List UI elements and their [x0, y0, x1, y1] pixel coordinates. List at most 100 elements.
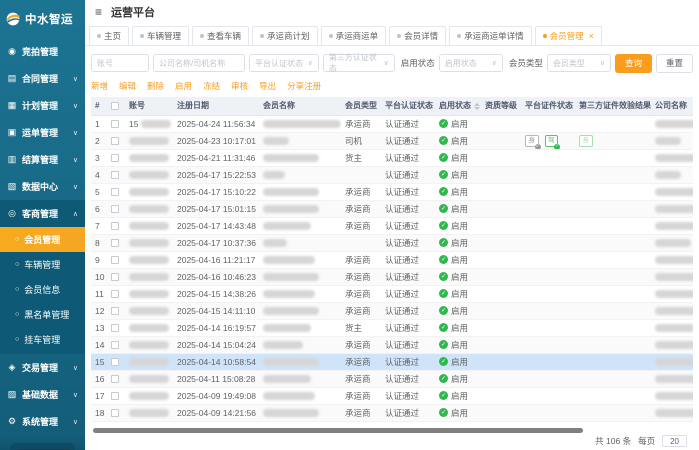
action-share-register[interactable]: 分享注册 — [287, 80, 321, 92]
row-checkbox[interactable] — [111, 273, 119, 281]
tab-carrier-waybill[interactable]: 承运商运单 — [321, 26, 387, 45]
cell-member-type: 货主 — [341, 149, 381, 166]
table-row[interactable]: 22025-04-23 10:17:01司机认证通过✓启用身✓驾✓身 — [91, 132, 693, 149]
row-checkbox[interactable] — [111, 205, 119, 213]
cert-badge: 身 — [579, 135, 593, 146]
cell-member-name — [259, 217, 341, 234]
submenu-customer: ○会员管理○车辆管理○会员信息○黑名单管理○挂车管理 — [0, 227, 85, 354]
row-checkbox[interactable] — [111, 358, 119, 366]
action-export[interactable]: 导出 — [259, 80, 276, 92]
cell-company — [651, 217, 693, 234]
enable-status-select[interactable]: 启用状态 ∨ — [439, 54, 503, 72]
sidebar-item-plan[interactable]: ▦计划管理∨ — [0, 92, 85, 119]
check-circle-icon: ✓ — [439, 204, 448, 213]
row-checkbox[interactable] — [111, 392, 119, 400]
sidebar-item-settlement[interactable]: ▥结算管理∨ — [0, 146, 85, 173]
row-checkbox[interactable] — [111, 154, 119, 162]
table-row[interactable]: 92025-04-16 11:21:17承运商认证通过✓启用 — [91, 251, 693, 268]
enable-status: ✓启用 — [439, 237, 468, 249]
table-row[interactable]: 82025-04-17 10:37:36认证通过✓启用 — [91, 234, 693, 251]
row-checkbox[interactable] — [111, 341, 119, 349]
reset-button[interactable]: 重置 — [656, 54, 693, 73]
sidebar-subitem-vehicle[interactable]: ○车辆管理 — [0, 252, 85, 277]
table-row[interactable]: 42025-04-17 15:22:53认证通过✓启用 — [91, 166, 693, 183]
customer-icon: ◎ — [7, 208, 17, 219]
table-row[interactable]: 132025-04-14 16:19:57货主认证通过✓启用 — [91, 319, 693, 336]
search-button[interactable]: 查询 — [615, 54, 652, 73]
sidebar-item-base-data[interactable]: ▨基础数据∨ — [0, 381, 85, 408]
sidebar-item-customer[interactable]: ◎客商管理∧ — [0, 200, 85, 227]
sidebar-item-contract[interactable]: ▤合同管理∨ — [0, 65, 85, 92]
action-audit[interactable]: 审核 — [231, 80, 248, 92]
scrollbar-thumb[interactable] — [93, 428, 583, 433]
close-icon[interactable]: × — [589, 32, 594, 41]
row-checkbox[interactable] — [111, 409, 119, 417]
row-checkbox[interactable] — [111, 239, 119, 247]
table-row[interactable]: 52025-04-17 15:10:22承运商认证通过✓启用 — [91, 183, 693, 200]
cell-register-date: 2025-04-16 11:21:17 — [173, 251, 259, 268]
table-row[interactable]: 152025-04-14 10:58:54承运商认证通过✓启用 — [91, 353, 693, 370]
sidebar-item-auction[interactable]: ◉竞拍管理 — [0, 38, 85, 65]
redacted-text — [655, 137, 681, 145]
sidebar-item-system[interactable]: ⚙系统管理∨ — [0, 408, 85, 435]
table-row[interactable]: 142025-04-14 15:04:24承运商认证通过✓启用 — [91, 336, 693, 353]
enable-status: ✓启用 — [439, 135, 468, 147]
table-row[interactable]: 182025-04-09 14:21:56承运商认证通过✓启用 — [91, 404, 693, 421]
page-size-select[interactable]: 20 — [662, 435, 687, 447]
tab-home[interactable]: 主页 — [89, 26, 129, 45]
collapse-menu-icon[interactable]: ≡ — [95, 6, 102, 18]
action-delete[interactable]: 删除 — [147, 80, 164, 92]
tab-carrier-waybill-detail[interactable]: 承运商运单详情 — [449, 26, 532, 45]
table-row[interactable]: 32025-04-21 11:31:46货主认证通过✓启用 — [91, 149, 693, 166]
table-row[interactable]: 162025-04-11 15:08:28承运商认证通过✓启用 — [91, 370, 693, 387]
company-name-input[interactable] — [153, 54, 245, 72]
tab-member-manage[interactable]: 会员管理× — [535, 26, 602, 45]
row-checkbox[interactable] — [111, 375, 119, 383]
platform-auth-select[interactable]: 平台认证状态 ∨ — [249, 54, 319, 72]
action-add[interactable]: 新增 — [91, 80, 108, 92]
row-checkbox[interactable] — [111, 120, 119, 128]
sidebar-subitem-member-info[interactable]: ○会员信息 — [0, 277, 85, 302]
row-checkbox[interactable] — [111, 171, 119, 179]
row-checkbox[interactable] — [111, 324, 119, 332]
action-edit[interactable]: 编辑 — [119, 80, 136, 92]
row-checkbox[interactable] — [111, 307, 119, 315]
redacted-text — [129, 324, 169, 332]
sidebar-subitem-blacklist[interactable]: ○黑名单管理 — [0, 302, 85, 327]
tab-member-detail[interactable]: 会员详情 — [389, 26, 446, 45]
check-circle-icon: ✓ — [439, 238, 448, 247]
row-checkbox[interactable] — [111, 290, 119, 298]
row-checkbox[interactable] — [111, 137, 119, 145]
table-row[interactable]: 102025-04-16 10:46:23承运商认证通过✓启用 — [91, 268, 693, 285]
cell-select — [107, 319, 125, 336]
member-type-select[interactable]: 会员类型 ∨ — [547, 54, 611, 72]
sidebar-item-waybill[interactable]: ▣运单管理∨ — [0, 119, 85, 146]
action-enable[interactable]: 启用 — [175, 80, 192, 92]
tab-carrier-plan[interactable]: 承运商计划 — [252, 26, 318, 45]
cell-platform-auth: 认证通过 — [381, 370, 435, 387]
table-row[interactable]: 122025-04-15 14:11:10承运商认证通过✓启用 — [91, 302, 693, 319]
third-auth-select[interactable]: 第三方认证状态 ∨ — [323, 54, 395, 72]
tab-view-vehicle[interactable]: 查看车辆 — [192, 26, 249, 45]
table-row[interactable]: 72025-04-17 14:43:48承运商认证通过✓启用 — [91, 217, 693, 234]
redacted-text — [655, 358, 693, 366]
tab-vehicle-manage[interactable]: 车辆管理 — [132, 26, 189, 45]
circle-icon: ○ — [15, 286, 19, 293]
select-all-checkbox[interactable] — [111, 102, 119, 110]
table-row[interactable]: 112025-04-15 14:38:26承运商认证通过✓启用 — [91, 285, 693, 302]
action-freeze[interactable]: 冻结 — [203, 80, 220, 92]
sidebar-item-trade[interactable]: ◈交易管理∨ — [0, 354, 85, 381]
row-checkbox[interactable] — [111, 188, 119, 196]
sort-icon[interactable] — [474, 103, 480, 110]
enable-status: ✓启用 — [439, 373, 468, 385]
cell-platform-auth: 认证通过 — [381, 251, 435, 268]
row-checkbox[interactable] — [111, 222, 119, 230]
table-row[interactable]: 115 2025-04-24 11:56:34承运商认证通过✓启用 — [91, 115, 693, 132]
table-row[interactable]: 62025-04-17 15:01:15承运商认证通过✓启用 — [91, 200, 693, 217]
account-input[interactable] — [91, 54, 149, 72]
sidebar-subitem-member[interactable]: ○会员管理 — [0, 227, 85, 252]
table-row[interactable]: 172025-04-09 19:49:08承运商认证通过✓启用 — [91, 387, 693, 404]
sidebar-subitem-trailer[interactable]: ○挂车管理 — [0, 327, 85, 352]
row-checkbox[interactable] — [111, 256, 119, 264]
sidebar-item-data-center[interactable]: ▧数据中心∨ — [0, 173, 85, 200]
